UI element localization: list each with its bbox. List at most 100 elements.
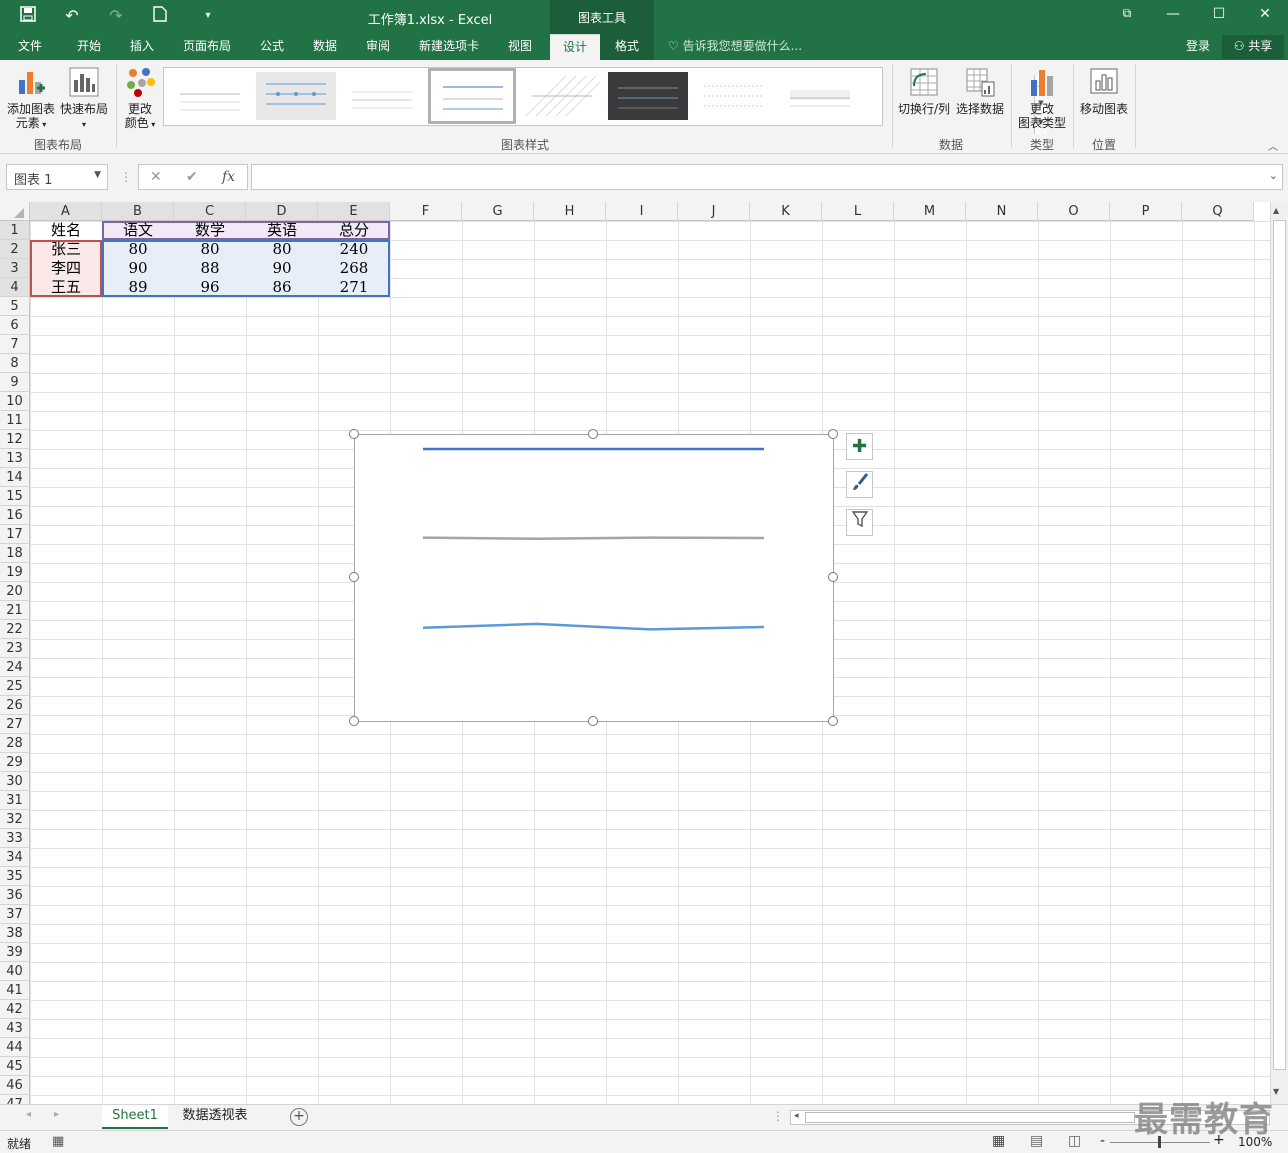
tab-design[interactable]: 设计 <box>550 34 600 60</box>
chart-elements-plus-icon[interactable]: ✚ <box>846 433 873 460</box>
tab-formulas[interactable]: 公式 <box>248 34 296 60</box>
row-header[interactable]: 12 <box>0 430 30 449</box>
sheet-tab-pivot[interactable]: 数据透视表 <box>172 1105 258 1129</box>
column-header[interactable]: F <box>390 202 462 221</box>
table-cell[interactable]: 89 <box>102 278 174 297</box>
resize-handle-top-right[interactable] <box>828 429 838 439</box>
table-cell[interactable]: 数学 <box>174 221 246 240</box>
row-header[interactable]: 19 <box>0 563 30 582</box>
table-cell[interactable]: 语文 <box>102 221 174 240</box>
table-cell[interactable]: 268 <box>318 259 390 278</box>
tab-insert[interactable]: 插入 <box>118 34 166 60</box>
row-header[interactable]: 45 <box>0 1057 30 1076</box>
tab-home[interactable]: 开始 <box>64 34 114 60</box>
zoom-out-button[interactable]: - <box>1100 1133 1105 1149</box>
row-header[interactable]: 9 <box>0 373 30 392</box>
column-header[interactable]: J <box>678 202 750 221</box>
resize-handle-right[interactable] <box>828 572 838 582</box>
column-header[interactable]: L <box>822 202 894 221</box>
row-header[interactable]: 38 <box>0 924 30 943</box>
row-header[interactable]: 41 <box>0 981 30 1000</box>
row-header[interactable]: 5 <box>0 297 30 316</box>
resize-handle-bottom-left[interactable] <box>349 716 359 726</box>
tab-page-layout[interactable]: 页面布局 <box>174 34 240 60</box>
add-chart-element-button[interactable]: 添加图表 元素 ▾ <box>4 66 58 132</box>
collapse-ribbon-icon[interactable]: ︿ <box>1268 138 1278 153</box>
tab-file[interactable]: 文件 <box>6 34 54 60</box>
table-cell[interactable]: 90 <box>246 259 318 278</box>
row-header[interactable]: 4 <box>0 278 30 297</box>
chart-style-2[interactable] <box>256 72 336 120</box>
column-header[interactable]: D <box>246 202 318 221</box>
row-header[interactable]: 26 <box>0 696 30 715</box>
chart-style-5[interactable] <box>522 72 602 120</box>
row-header[interactable]: 21 <box>0 601 30 620</box>
resize-handle-top-left[interactable] <box>349 429 359 439</box>
row-header[interactable]: 37 <box>0 905 30 924</box>
move-chart-button[interactable]: 移动图表 <box>1076 66 1132 116</box>
column-header[interactable]: B <box>102 202 174 221</box>
row-header[interactable]: 1 <box>0 221 30 240</box>
cancel-icon[interactable]: ✕ <box>150 169 162 185</box>
vertical-scrollbar[interactable]: ▲ ▼ <box>1270 202 1288 1104</box>
series-line[interactable] <box>422 622 765 631</box>
row-header[interactable]: 8 <box>0 354 30 373</box>
row-header[interactable]: 47 <box>0 1095 30 1104</box>
scroll-left-icon[interactable]: ◂ <box>794 1111 799 1121</box>
table-cell[interactable]: 王五 <box>30 278 102 297</box>
chart-filters-funnel-icon[interactable] <box>846 509 873 536</box>
table-cell[interactable]: 张三 <box>30 240 102 259</box>
row-header[interactable]: 36 <box>0 886 30 905</box>
tab-format[interactable]: 格式 <box>600 34 654 60</box>
next-sheet-icon[interactable]: ▸ <box>54 1109 59 1120</box>
row-header[interactable]: 6 <box>0 316 30 335</box>
column-header[interactable]: O <box>1038 202 1110 221</box>
row-header[interactable]: 25 <box>0 677 30 696</box>
tab-data[interactable]: 数据 <box>302 34 348 60</box>
share-button[interactable]: ⚇ 共享 <box>1222 35 1284 59</box>
select-data-button[interactable]: 选择数据 <box>954 66 1006 116</box>
page-break-view-icon[interactable]: ◫ <box>1068 1133 1081 1149</box>
table-cell[interactable]: 90 <box>102 259 174 278</box>
chart-styles-brush-icon[interactable] <box>846 471 873 498</box>
chart-style-4-selected[interactable] <box>428 68 516 124</box>
row-header[interactable]: 46 <box>0 1076 30 1095</box>
row-header[interactable]: 35 <box>0 867 30 886</box>
expand-formula-icon[interactable]: ⌄ <box>1269 169 1278 182</box>
quick-layout-button[interactable]: 快速布局 ▾ <box>58 66 110 132</box>
row-header[interactable]: 22 <box>0 620 30 639</box>
column-header[interactable]: H <box>534 202 606 221</box>
row-header[interactable]: 30 <box>0 772 30 791</box>
column-header[interactable]: M <box>894 202 966 221</box>
login-link[interactable]: 登录 <box>1186 34 1210 58</box>
resize-handle-top[interactable] <box>588 429 598 439</box>
formula-input[interactable]: ⌄ <box>251 164 1283 190</box>
table-cell[interactable]: 88 <box>174 259 246 278</box>
column-header[interactable]: E <box>318 202 390 221</box>
row-header[interactable]: 43 <box>0 1019 30 1038</box>
column-header[interactable]: A <box>30 202 102 221</box>
row-header[interactable]: 28 <box>0 734 30 753</box>
scroll-thumb[interactable] <box>1273 220 1286 1070</box>
row-header[interactable]: 18 <box>0 544 30 563</box>
table-cell[interactable]: 86 <box>246 278 318 297</box>
insert-function-icon[interactable]: fx <box>222 169 235 185</box>
row-header[interactable]: 24 <box>0 658 30 677</box>
name-box[interactable]: 图表 1 ▼ <box>6 164 108 190</box>
chart-style-7[interactable] <box>694 72 774 120</box>
row-header[interactable]: 44 <box>0 1038 30 1057</box>
row-header[interactable]: 13 <box>0 449 30 468</box>
row-header[interactable]: 33 <box>0 829 30 848</box>
table-cell[interactable]: 姓名 <box>30 221 102 240</box>
column-header[interactable]: N <box>966 202 1038 221</box>
chart-style-8[interactable] <box>780 72 860 120</box>
row-header[interactable]: 16 <box>0 506 30 525</box>
maximize-button[interactable]: ☐ <box>1204 6 1234 22</box>
table-cell[interactable]: 80 <box>246 240 318 259</box>
change-chart-type-button[interactable]: 更改 图表类型 <box>1014 66 1070 130</box>
row-header[interactable]: 39 <box>0 943 30 962</box>
column-header[interactable]: P <box>1110 202 1182 221</box>
table-cell[interactable]: 80 <box>174 240 246 259</box>
table-cell[interactable]: 96 <box>174 278 246 297</box>
row-header[interactable]: 34 <box>0 848 30 867</box>
